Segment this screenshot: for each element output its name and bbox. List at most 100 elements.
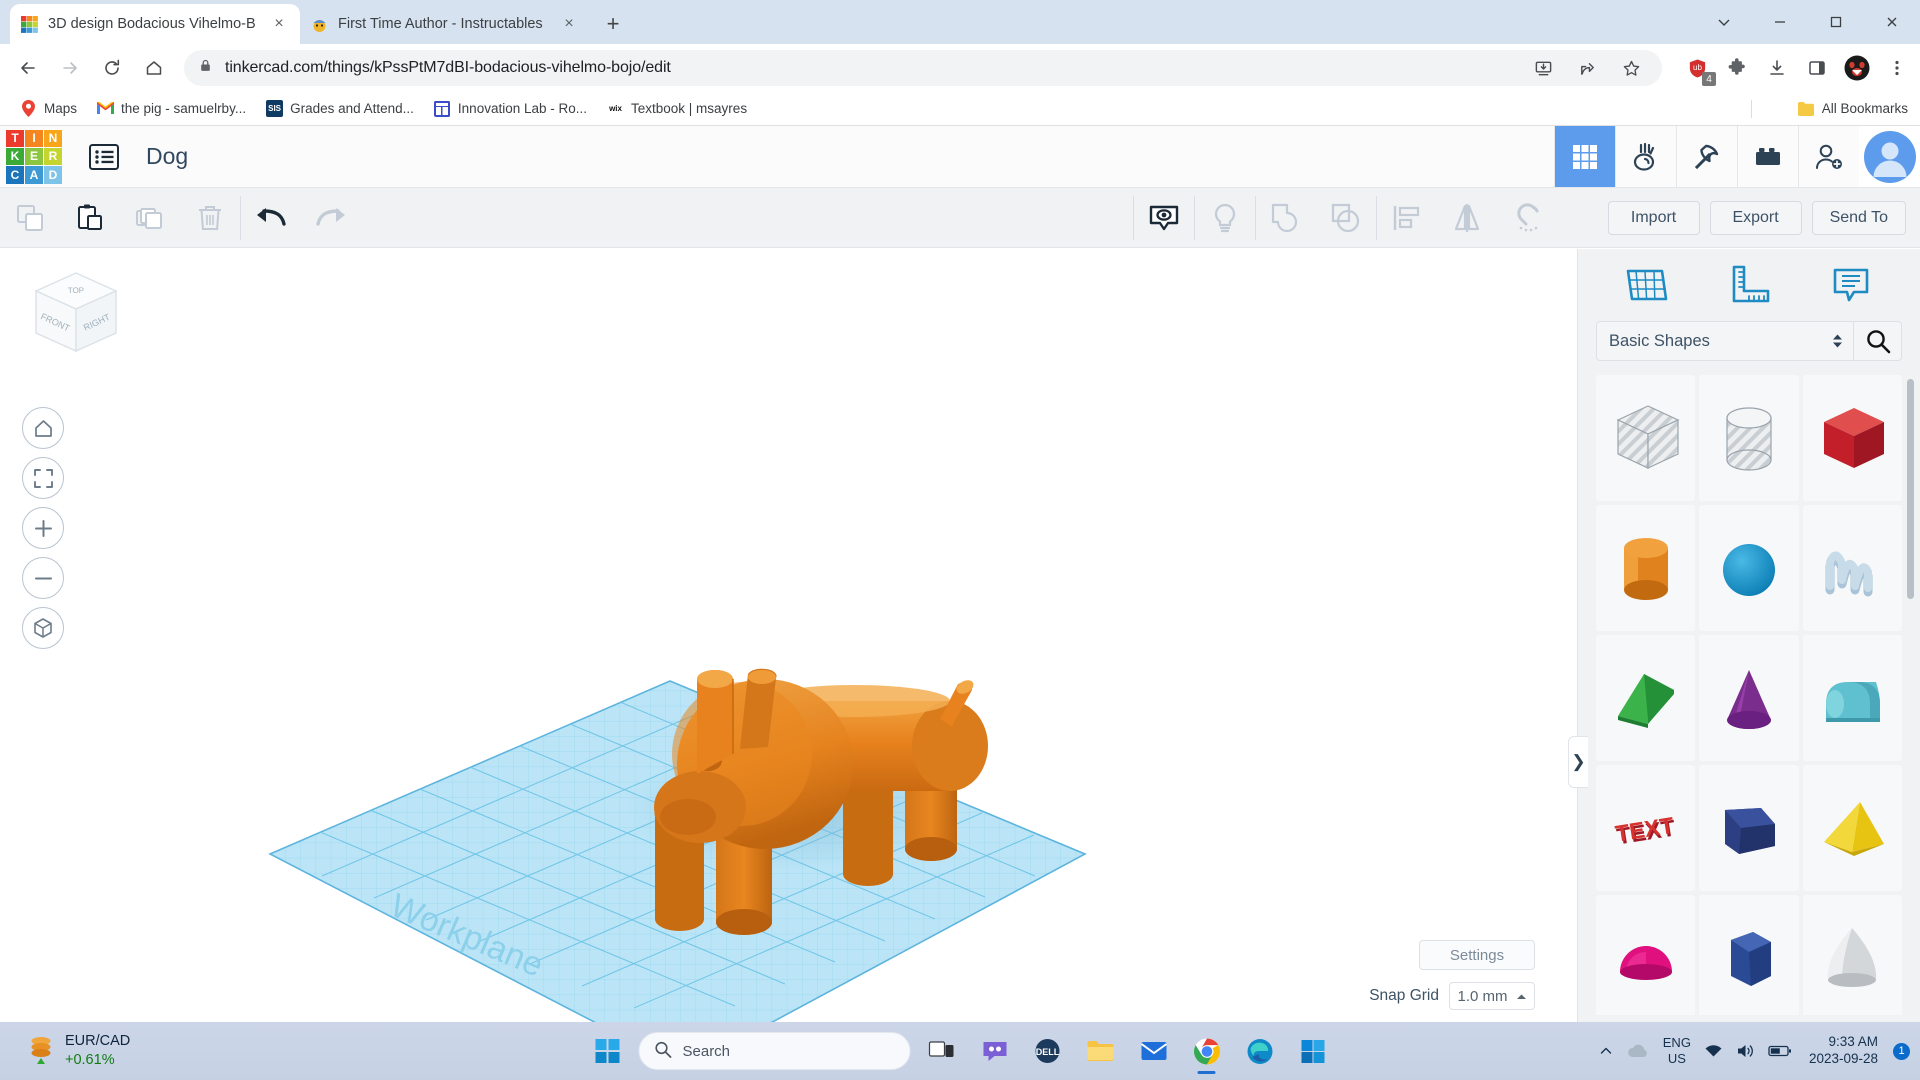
duplicate-button[interactable]	[120, 188, 180, 248]
address-bar[interactable]: tinkercad.com/things/kPssPtM7dBI-bodacio…	[184, 50, 1662, 86]
lego-brick-icon[interactable]	[1737, 126, 1798, 187]
shape-pyramid-yellow[interactable]	[1803, 765, 1902, 891]
three-dot-menu-icon[interactable]	[1882, 53, 1912, 83]
shape-cylinder-hole[interactable]	[1699, 375, 1798, 501]
home-icon[interactable]	[134, 48, 174, 88]
shape-scribble[interactable]	[1803, 505, 1902, 631]
group-button[interactable]	[1256, 188, 1316, 248]
scene-render[interactable]: Workplane	[0, 249, 1577, 1022]
list-menu-icon[interactable]	[84, 138, 124, 176]
shape-box-hole[interactable]	[1596, 375, 1695, 501]
bookmark-textbook[interactable]: wix Textbook | msayres	[599, 96, 755, 121]
panel-collapse-toggle[interactable]: ❯	[1568, 736, 1588, 788]
shape-cylinder-orange[interactable]	[1596, 505, 1695, 631]
tinkercad-logo[interactable]: T I N K E R C A D	[6, 130, 62, 184]
new-tab-button[interactable]: +	[596, 7, 630, 41]
speaker-icon[interactable]	[1736, 1043, 1755, 1059]
file-explorer-icon[interactable]	[1079, 1029, 1123, 1073]
chevron-down-icon[interactable]	[1696, 0, 1752, 44]
import-button[interactable]: Import	[1608, 201, 1700, 235]
redo-button[interactable]	[301, 188, 361, 248]
microsoft-store-icon[interactable]	[1291, 1029, 1335, 1073]
show-hide-button[interactable]	[1134, 188, 1194, 248]
settings-button[interactable]: Settings	[1419, 940, 1535, 970]
send-to-button[interactable]: Send To	[1812, 201, 1906, 235]
ungroup-button[interactable]	[1316, 188, 1376, 248]
editor-toolbar: Import Export Send To	[0, 188, 1920, 248]
taskbar-search[interactable]: Search	[639, 1032, 911, 1070]
user-avatar-icon[interactable]	[1859, 126, 1920, 187]
language-indicator[interactable]: ENG US	[1663, 1035, 1691, 1066]
windows-start-icon[interactable]	[586, 1029, 630, 1073]
clock[interactable]: 9:33 AM 2023-09-28	[1809, 1034, 1878, 1068]
shape-roof-green[interactable]	[1596, 635, 1695, 761]
align-button[interactable]	[1377, 188, 1437, 248]
battery-icon[interactable]	[1768, 1044, 1792, 1058]
dell-icon[interactable]: DELL	[1026, 1029, 1070, 1073]
close-icon[interactable]: ×	[268, 13, 290, 35]
shape-sphere-blue[interactable]	[1699, 505, 1798, 631]
browser-tab-active[interactable]: 3D design Bodacious Vihelmo-B ×	[10, 4, 300, 44]
minimize-icon[interactable]	[1752, 0, 1808, 44]
downloads-icon[interactable]	[1762, 53, 1792, 83]
snap-magnet-button[interactable]	[1497, 188, 1557, 248]
pickaxe-minecraft-icon[interactable]	[1676, 126, 1737, 187]
bookmark-grades[interactable]: SIS Grades and Attend...	[258, 96, 422, 121]
export-button[interactable]: Export	[1710, 201, 1802, 235]
shape-half-sphere-pink[interactable]	[1596, 895, 1695, 1015]
page-title[interactable]: Dog	[146, 143, 188, 170]
panel-scrollbar[interactable]	[1907, 379, 1914, 599]
close-icon[interactable]: ×	[558, 13, 580, 35]
paste-button[interactable]	[60, 188, 120, 248]
taskbar-widget[interactable]: EUR/CAD +0.61%	[26, 1032, 130, 1071]
light-bulb-note-button[interactable]	[1195, 188, 1255, 248]
reload-icon[interactable]	[92, 48, 132, 88]
blocks-grid-icon[interactable]	[1554, 126, 1615, 187]
chrome-icon[interactable]	[1185, 1029, 1229, 1073]
shape-half-cylinder-teal[interactable]	[1803, 635, 1902, 761]
shape-text-red[interactable]: TEXT TEXT	[1596, 765, 1695, 891]
close-window-icon[interactable]	[1864, 0, 1920, 44]
install-icon[interactable]	[1528, 53, 1558, 83]
all-bookmarks-button[interactable]: All Bookmarks	[1798, 100, 1908, 117]
copy-button[interactable]	[0, 188, 60, 248]
task-view-icon[interactable]	[920, 1029, 964, 1073]
bookmark-innovation-lab[interactable]: Innovation Lab - Ro...	[426, 96, 595, 121]
bookmark-the-pig[interactable]: the pig - samuelrby...	[89, 96, 254, 121]
note-icon[interactable]	[1824, 260, 1878, 310]
profile-avatar-icon[interactable]	[1842, 53, 1872, 83]
share-icon[interactable]	[1572, 53, 1602, 83]
browser-tab-inactive[interactable]: First Time Author - Instructables ×	[300, 4, 590, 44]
notification-badge[interactable]: 1	[1893, 1043, 1910, 1060]
back-arrow-icon[interactable]	[8, 48, 48, 88]
mirror-button[interactable]	[1437, 188, 1497, 248]
mail-icon[interactable]	[1132, 1029, 1176, 1073]
maximize-icon[interactable]	[1808, 0, 1864, 44]
ruler-icon[interactable]	[1722, 260, 1776, 310]
shape-box-red[interactable]	[1803, 375, 1902, 501]
shape-paraboloid-grey[interactable]	[1803, 895, 1902, 1015]
cloud-icon[interactable]	[1626, 1043, 1650, 1060]
shape-cone-purple[interactable]	[1699, 635, 1798, 761]
search-button[interactable]	[1854, 321, 1902, 361]
adblock-icon[interactable]: ub 4	[1682, 53, 1712, 83]
codeblocks-icon[interactable]	[1615, 126, 1676, 187]
shape-category-select[interactable]: Basic Shapes	[1596, 321, 1854, 361]
bookmark-maps[interactable]: Maps	[12, 96, 85, 121]
bookmark-star-icon[interactable]	[1616, 53, 1646, 83]
teams-chat-icon[interactable]	[973, 1029, 1017, 1073]
invite-person-icon[interactable]	[1798, 126, 1859, 187]
side-panel-icon[interactable]	[1802, 53, 1832, 83]
edge-icon[interactable]	[1238, 1029, 1282, 1073]
forward-arrow-icon[interactable]	[50, 48, 90, 88]
chevron-up-icon[interactable]	[1599, 1044, 1613, 1058]
wifi-icon[interactable]	[1704, 1043, 1723, 1059]
puzzle-extensions-icon[interactable]	[1722, 53, 1752, 83]
workplane-icon[interactable]	[1620, 260, 1674, 310]
shape-wedge-navy[interactable]	[1699, 765, 1798, 891]
3d-canvas[interactable]: TOP FRONT RIGHT	[0, 249, 1577, 1022]
snap-grid-select[interactable]: 1.0 mm	[1449, 982, 1535, 1010]
delete-button[interactable]	[180, 188, 240, 248]
undo-button[interactable]	[241, 188, 301, 248]
shape-polygon-blue[interactable]	[1699, 895, 1798, 1015]
